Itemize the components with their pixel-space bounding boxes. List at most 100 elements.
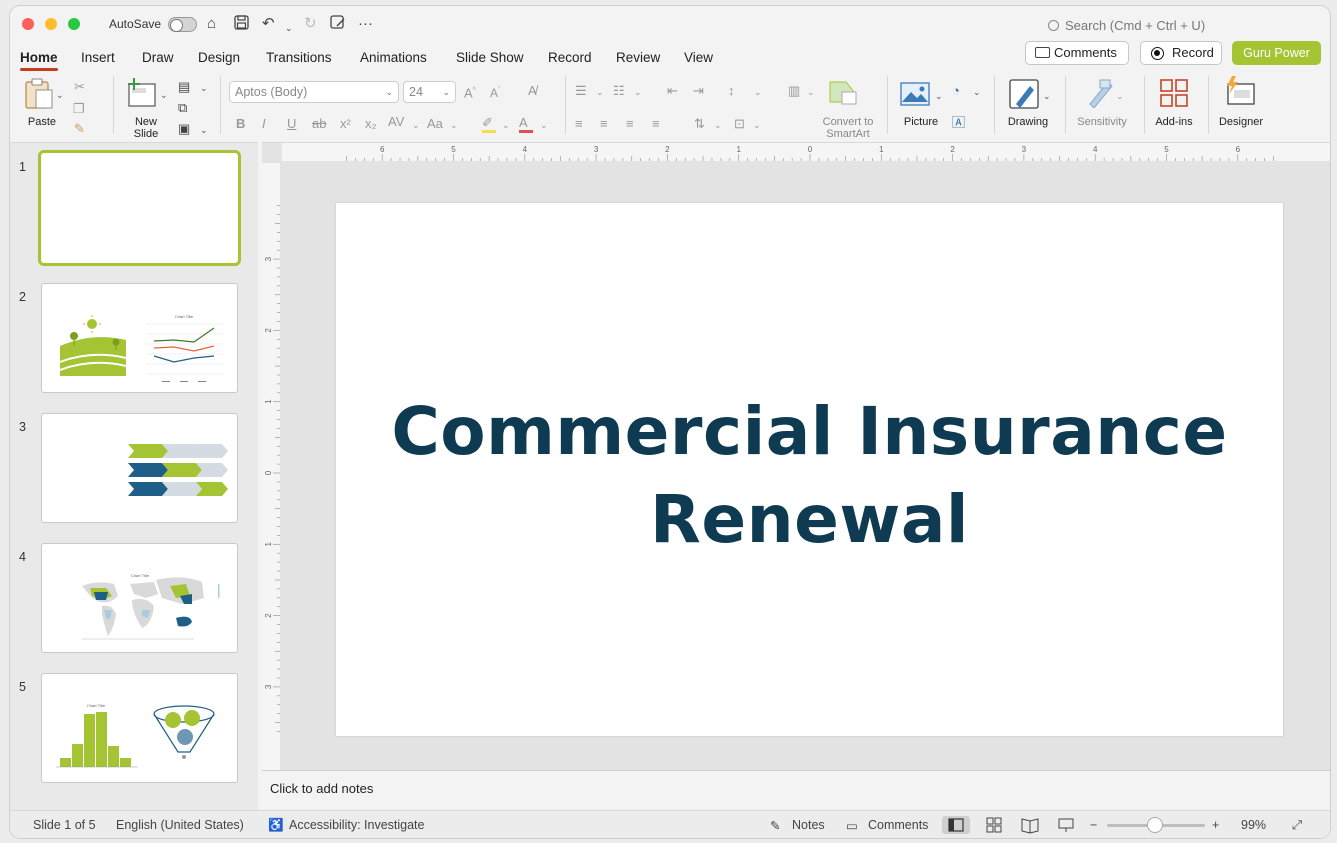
- bullets-dropdown-icon[interactable]: ⌄: [596, 85, 604, 99]
- numbering-icon[interactable]: ☷: [613, 84, 625, 98]
- text-box-icon[interactable]: 🄰: [952, 116, 965, 130]
- superscript-icon[interactable]: x²: [340, 117, 351, 131]
- record-button[interactable]: Record: [1140, 41, 1222, 65]
- font-size-field[interactable]: 24 ⌄: [403, 81, 456, 103]
- section-icon[interactable]: ▣: [178, 122, 190, 136]
- font-color-dropdown-icon[interactable]: ⌄: [540, 118, 548, 132]
- bullets-icon[interactable]: ☰: [575, 84, 587, 98]
- change-case-icon[interactable]: Aa: [427, 117, 443, 131]
- designer-button[interactable]: [1224, 76, 1258, 113]
- change-case-dropdown-icon[interactable]: ⌄: [450, 118, 458, 132]
- slide-thumbnail-3[interactable]: [41, 413, 238, 523]
- paste-button[interactable]: [24, 78, 58, 115]
- sensitivity-button[interactable]: [1086, 78, 1116, 113]
- accessibility-icon[interactable]: ♿: [268, 818, 284, 833]
- layout-icon[interactable]: ▤: [178, 80, 190, 94]
- bold-icon[interactable]: B: [236, 117, 245, 131]
- slide-thumbnail-2[interactable]: Chart Title: [41, 283, 238, 393]
- numbering-dropdown-icon[interactable]: ⌄: [634, 85, 642, 99]
- shapes-icon[interactable]: ◔: [952, 84, 960, 98]
- section-dropdown-icon[interactable]: ⌄: [200, 123, 208, 137]
- picture-button[interactable]: [900, 82, 930, 111]
- slide-thumbnail-5[interactable]: Chart Title: [41, 673, 238, 783]
- more-options-icon[interactable]: ···: [358, 15, 373, 33]
- underline-icon[interactable]: U: [287, 117, 296, 131]
- slide-thumbnail-4[interactable]: Chart Title: [41, 543, 238, 653]
- fit-to-window-icon[interactable]: ⤢: [1292, 818, 1302, 833]
- slide-title[interactable]: Commercial Insurance Renewal: [336, 388, 1283, 564]
- comments-toggle-icon[interactable]: ▭: [846, 818, 858, 833]
- layout-dropdown-icon[interactable]: ⌄: [200, 81, 208, 95]
- drawing-button[interactable]: [1008, 78, 1040, 115]
- columns-dropdown-icon[interactable]: ⌄: [807, 85, 815, 99]
- highlight-dropdown-icon[interactable]: ⌄: [502, 118, 510, 132]
- cut-icon[interactable]: ✂: [74, 80, 85, 94]
- language-indicator[interactable]: English (United States): [116, 818, 244, 832]
- slide-sorter-button[interactable]: [980, 816, 1008, 834]
- picture-dropdown-icon[interactable]: ⌄: [935, 89, 943, 103]
- zoom-out-icon[interactable]: −: [1090, 818, 1097, 832]
- tab-record[interactable]: Record: [548, 50, 592, 65]
- undo-icon[interactable]: ↶: [262, 15, 275, 33]
- tab-draw[interactable]: Draw: [142, 50, 174, 65]
- clear-formatting-icon[interactable]: A̸: [528, 84, 537, 98]
- tab-design[interactable]: Design: [198, 50, 240, 65]
- italic-icon[interactable]: I: [262, 117, 266, 131]
- sensitivity-dropdown-icon[interactable]: ⌄: [1116, 89, 1124, 103]
- zoom-level[interactable]: 99%: [1241, 818, 1266, 832]
- character-spacing-dropdown-icon[interactable]: ⌄: [412, 118, 420, 132]
- align-center-icon[interactable]: ≡: [600, 117, 608, 131]
- align-text-icon[interactable]: ⊡: [734, 117, 745, 131]
- slide-canvas[interactable]: Commercial Insurance Renewal: [336, 203, 1283, 736]
- save-icon[interactable]: [234, 15, 249, 35]
- columns-icon[interactable]: ▥: [788, 84, 800, 98]
- notes-toggle-button[interactable]: Notes: [792, 818, 825, 832]
- tab-home[interactable]: Home: [20, 50, 58, 71]
- align-text-dropdown-icon[interactable]: ⌄: [753, 118, 761, 132]
- new-slide-button[interactable]: [126, 78, 158, 113]
- increase-font-size-icon[interactable]: A^: [464, 84, 476, 100]
- strikethrough-icon[interactable]: ab: [312, 117, 326, 131]
- font-color-icon[interactable]: A: [519, 116, 533, 133]
- reading-view-button[interactable]: [1016, 816, 1044, 834]
- text-direction-dropdown-icon[interactable]: ⌄: [714, 118, 722, 132]
- autosave-toggle[interactable]: [168, 17, 197, 32]
- tab-animations[interactable]: Animations: [360, 50, 427, 65]
- zoom-in-icon[interactable]: +: [1212, 818, 1219, 832]
- home-icon[interactable]: ⌂: [207, 15, 216, 33]
- zoom-window-button[interactable]: [68, 18, 80, 30]
- tab-insert[interactable]: Insert: [81, 50, 115, 65]
- notes-pane[interactable]: Click to add notes: [262, 770, 1330, 810]
- undo-dropdown-icon[interactable]: ⌄: [285, 19, 293, 37]
- text-direction-icon[interactable]: ⇅: [694, 117, 705, 131]
- character-spacing-icon[interactable]: AV: [388, 115, 404, 129]
- accessibility-status[interactable]: Accessibility: Investigate: [289, 818, 424, 832]
- notes-toggle-icon[interactable]: ✎: [770, 818, 780, 833]
- highlight-icon[interactable]: ✐: [482, 116, 496, 133]
- align-right-icon[interactable]: ≡: [626, 117, 634, 131]
- zoom-slider-handle[interactable]: [1147, 817, 1163, 833]
- comments-button[interactable]: Comments: [1025, 41, 1129, 65]
- reset-slide-icon[interactable]: ⧉: [178, 101, 187, 115]
- decrease-font-size-icon[interactable]: Aˇ: [490, 84, 500, 100]
- line-spacing-icon[interactable]: ↕: [728, 84, 735, 98]
- horizontal-ruler[interactable]: 6 5 4 3 2 1 0 1 2 3 4 5 6: [282, 143, 1330, 161]
- vertical-ruler[interactable]: 3 2 1 0 1 2 3: [262, 163, 280, 771]
- increase-indent-icon[interactable]: ⇥: [693, 84, 704, 98]
- shapes-dropdown-icon[interactable]: ⌄: [973, 85, 981, 99]
- normal-view-button[interactable]: [942, 816, 970, 834]
- slide-thumbnail-1[interactable]: [38, 150, 241, 266]
- comments-toggle-button[interactable]: Comments: [868, 818, 928, 832]
- tab-view[interactable]: View: [684, 50, 713, 65]
- guru-power-button[interactable]: Guru Power: [1232, 41, 1321, 65]
- convert-smartart-button[interactable]: [828, 80, 858, 111]
- subscript-icon[interactable]: x₂: [365, 117, 377, 131]
- format-painter-icon[interactable]: ✎: [74, 122, 85, 136]
- tab-slide-show[interactable]: Slide Show: [456, 50, 524, 65]
- tab-review[interactable]: Review: [616, 50, 660, 65]
- paste-dropdown-icon[interactable]: ⌄: [56, 88, 64, 102]
- slide-show-button[interactable]: [1052, 816, 1080, 834]
- new-slide-dropdown-icon[interactable]: ⌄: [160, 88, 168, 102]
- line-spacing-dropdown-icon[interactable]: ⌄: [754, 85, 762, 99]
- font-name-field[interactable]: Aptos (Body) ⌄: [229, 81, 399, 103]
